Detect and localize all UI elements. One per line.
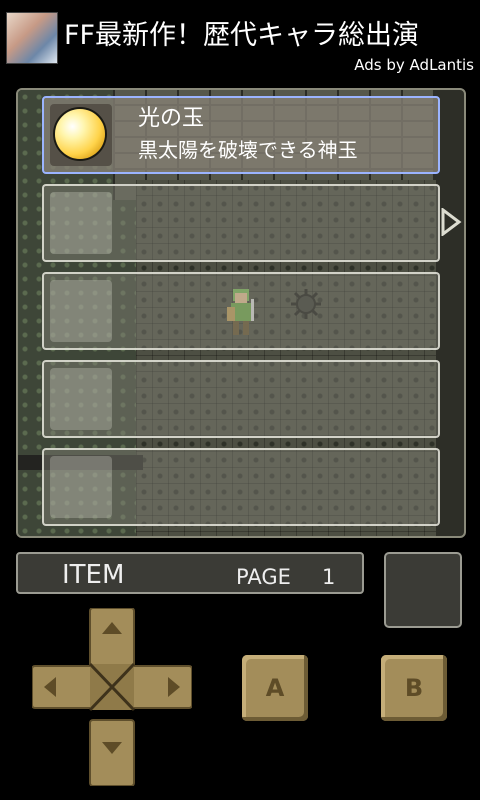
dpad[interactable] (32, 608, 192, 786)
item-icon-box (50, 456, 112, 518)
item-icon-box (50, 280, 112, 342)
item-description: 黒太陽を破壊できる神玉 (138, 138, 358, 162)
item-slot-1[interactable]: 光の玉 黒太陽を破壊できる神玉 (42, 96, 440, 174)
ad-title[interactable]: FF最新作！歴代キャラ総出演 (64, 18, 419, 54)
dpad-left-button[interactable] (32, 665, 101, 709)
item-icon-box (50, 104, 112, 166)
item-page-status: ITEM PAGE 1 (16, 552, 364, 594)
menu-mode-label: ITEM (62, 560, 125, 590)
next-page-arrow-icon[interactable] (440, 208, 462, 236)
menu-button[interactable] (384, 552, 462, 628)
ad-banner[interactable]: FF最新作！歴代キャラ総出演 Ads by AdLantis (0, 0, 480, 80)
page-number: 1 (322, 565, 336, 589)
page-label: PAGE (236, 565, 291, 589)
dpad-down-button[interactable] (89, 719, 135, 786)
item-slot-3[interactable] (42, 272, 440, 350)
a-button[interactable]: A (242, 655, 308, 721)
b-button[interactable]: B (381, 655, 447, 721)
game-screen: 光の玉 黒太陽を破壊できる神玉 (16, 88, 466, 538)
item-name: 光の玉 (138, 106, 205, 131)
dpad-right-button[interactable] (123, 665, 192, 709)
ad-attribution: Ads by AdLantis (354, 56, 474, 74)
item-slot-5[interactable] (42, 448, 440, 526)
item-slot-4[interactable] (42, 360, 440, 438)
item-icon-box (50, 192, 112, 254)
item-slot-2[interactable] (42, 184, 440, 262)
light-orb-icon (55, 109, 105, 159)
item-icon-box (50, 368, 112, 430)
ad-thumbnail[interactable] (6, 12, 58, 64)
